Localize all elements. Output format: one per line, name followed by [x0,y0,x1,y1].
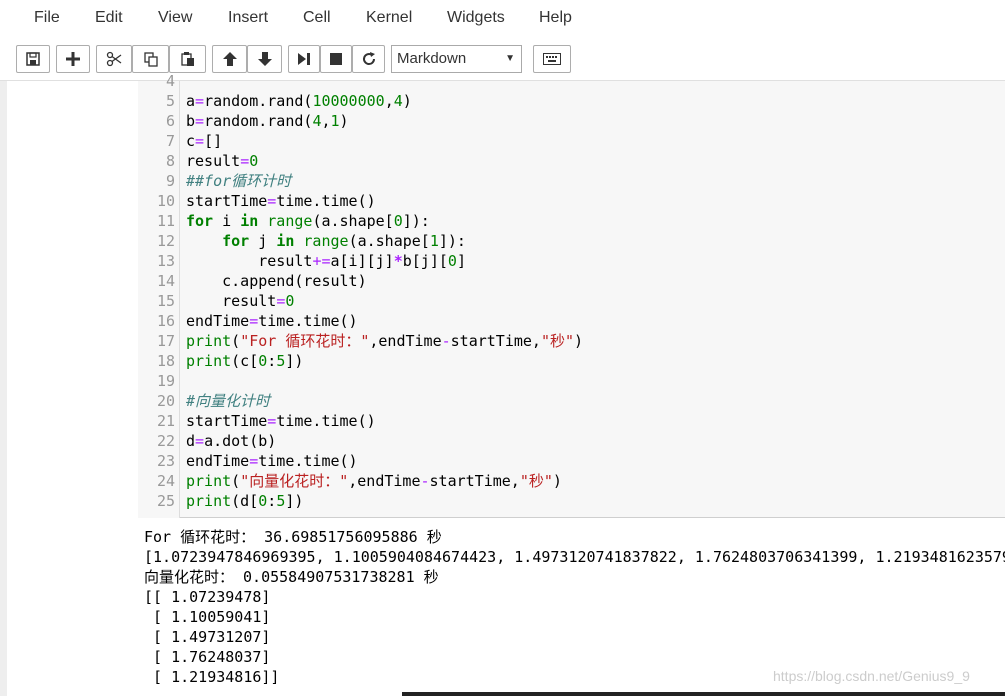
line-number: 15 [156,292,175,310]
scissors-icon [106,51,122,67]
watermark: https://blog.csdn.net/Genius9_9 [773,668,970,684]
interrupt-button[interactable] [320,45,352,73]
notebook-header: File Edit View Insert Cell Kernel Widget… [0,0,1005,81]
cell-type-value: Markdown [397,50,467,67]
line-number: 4 [165,72,175,90]
menu-bar: File Edit View Insert Cell Kernel Widget… [0,0,1005,38]
line-number: 8 [165,152,175,170]
code-line: ##for循环计时 [186,172,292,190]
output-line: [1.0723947846969395, 1.1005904084674423,… [144,548,1005,566]
code-line: d=a.dot(b) [186,432,277,450]
arrow-up-icon [222,52,237,66]
line-number: 23 [156,452,175,470]
line-number: 16 [156,312,175,330]
output-line: [ 1.10059041] [144,608,271,626]
code-line: for i in range(a.shape[0]): [186,212,430,230]
bottom-edge-bar [402,692,1005,696]
code-line: startTime=time.time() [186,412,376,430]
menu-edit[interactable]: Edit [95,9,123,27]
copy-button[interactable] [132,45,169,73]
command-palette-button[interactable] [533,45,571,73]
code-line: startTime=time.time() [186,192,376,210]
menu-cell[interactable]: Cell [303,9,331,27]
plus-icon [66,52,80,66]
line-number: 6 [165,112,175,130]
code-line: print(d[0:5]) [186,492,304,510]
line-number: 22 [156,432,175,450]
menu-file[interactable]: File [34,9,60,27]
cut-button[interactable] [96,45,132,73]
line-number: 13 [156,252,175,270]
output-line: [ 1.21934816]] [144,668,280,686]
output-line: [ 1.76248037] [144,648,271,666]
run-cell-button[interactable] [288,45,320,73]
code-line: print("For 循环花时：",endTime-startTime,"秒") [186,332,584,350]
paste-icon [180,52,194,66]
cell-type-select[interactable]: Markdown ▼ [391,45,522,73]
menu-help[interactable]: Help [539,9,572,27]
keyboard-icon [543,53,561,65]
menu-widgets[interactable]: Widgets [447,9,505,27]
save-button[interactable] [16,45,50,73]
save-icon [26,52,40,66]
code-line: print("向量化花时：",endTime-startTime,"秒") [186,472,562,490]
output-line: [[ 1.07239478] [144,588,271,606]
arrow-down-icon [257,52,272,66]
copy-icon [143,52,158,67]
restart-kernel-button[interactable] [352,45,385,73]
code-line: c.append(result) [186,272,367,290]
line-number: 14 [156,272,175,290]
line-number: 12 [156,232,175,250]
line-number: 24 [156,472,175,490]
line-number: 19 [156,372,175,390]
move-up-button[interactable] [212,45,247,73]
code-line: b=random.rand(4,1) [186,112,349,130]
line-number: 25 [156,492,175,510]
line-number: 5 [165,92,175,110]
menu-view[interactable]: View [158,9,192,27]
output-line: 向量化花时： 0.05584907531738281 秒 [144,568,439,586]
code-line: for j in range(a.shape[1]): [222,232,466,250]
code-line: endTime=time.time() [186,452,358,470]
line-number: 20 [156,392,175,410]
line-number: 10 [156,192,175,210]
line-number: 7 [165,132,175,150]
refresh-icon [362,52,375,65]
code-line: a=random.rand(10000000,4) [186,92,412,110]
code-line: print(c[0:5]) [186,352,304,370]
code-line: c=[] [186,132,223,150]
output-line: For 循环花时： 36.69851756095886 秒 [144,528,442,546]
code-line: #向量化计时 [186,392,271,410]
step-forward-icon [298,53,310,65]
line-number: 18 [156,352,175,370]
move-down-button[interactable] [247,45,282,73]
code-line: result=0 [186,152,259,170]
line-number: 21 [156,412,175,430]
insert-cell-button[interactable] [56,45,90,73]
output-line: [ 1.49731207] [144,628,271,646]
menu-insert[interactable]: Insert [228,9,268,27]
line-number: 11 [156,212,175,230]
code-line: endTime=time.time() [186,312,358,330]
line-number: 17 [156,332,175,350]
caret-down-icon: ▼ [505,53,515,64]
code-line: result+=a[i][j]*b[j][0] [186,252,466,270]
menu-kernel[interactable]: Kernel [366,9,412,27]
stop-icon [330,53,342,65]
code-line: result=0 [186,292,295,310]
line-number: 9 [165,172,175,190]
paste-button[interactable] [169,45,206,73]
